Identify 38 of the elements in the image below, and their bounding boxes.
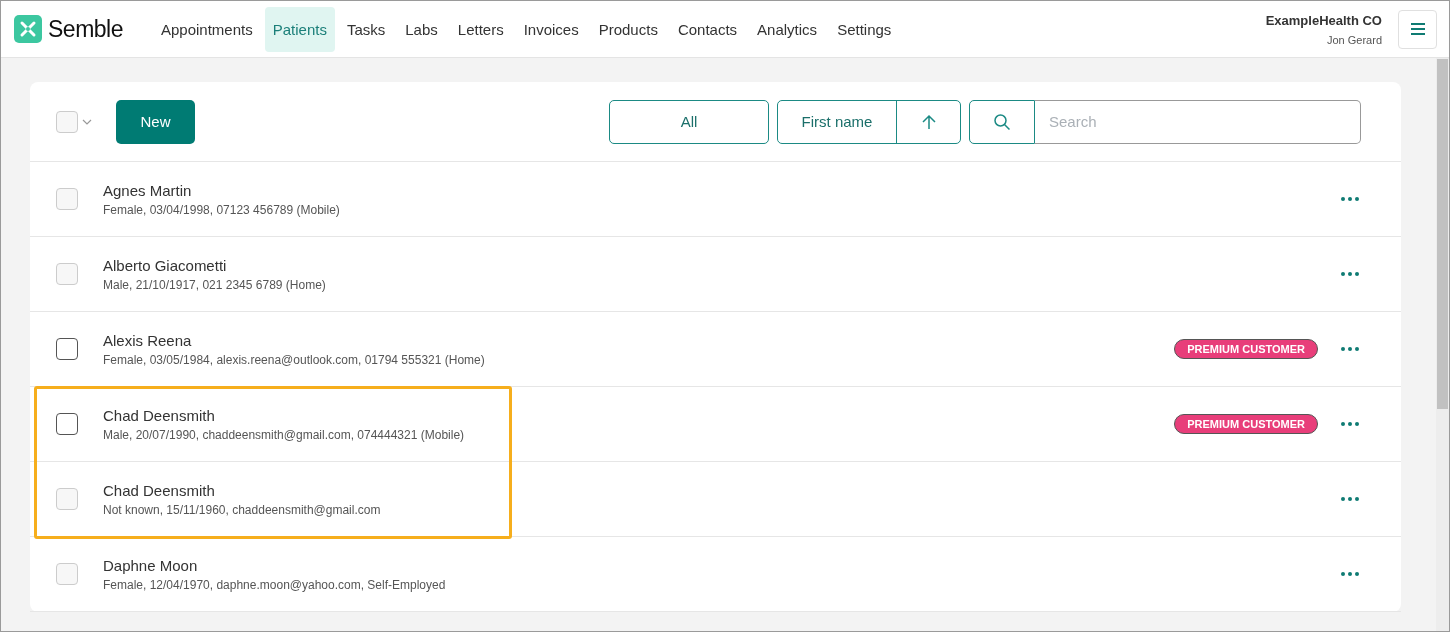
patient-name[interactable]: Alexis Reena (103, 331, 1175, 349)
tag-label: PREMIUM CUSTOMER (1174, 339, 1318, 359)
nav-tab[interactable]: Labs (397, 6, 446, 52)
nav-tab[interactable]: Analytics (749, 6, 826, 52)
arrow-up-icon[interactable] (921, 113, 936, 130)
nav-tab[interactable]: Settings (829, 6, 900, 52)
patient-details: Not known, 15/11/1960, chaddeensmith@gmail.com (103, 502, 382, 517)
patient-details: Female, 12/04/1970, daphne.moon@yahoo.com, Self-Employed (103, 577, 447, 592)
nav-tab[interactable]: Appointments (153, 6, 261, 52)
filter-button[interactable]: All (609, 99, 769, 144)
nav-tab[interactable]: Invoices (515, 6, 587, 52)
patient-details: Male, 20/07/1990, chaddeensmith@gmail.com, 074444321 (Mobile) (103, 427, 466, 442)
menu-icon[interactable] (1410, 23, 1425, 35)
patient-row[interactable]: Chad Deensmith Male, 20/07/1990, chaddeensmith@gmail.com, 074444321 (Mobile) PREMIUM CUSTOMER (30, 387, 1401, 462)
patient-details: Male, 21/10/1917, 021 2345 6789 (Home) (103, 277, 327, 292)
logo-icon (14, 15, 42, 43)
nav-tab[interactable]: Contacts (669, 6, 746, 52)
user-name: Jon Gerard (1326, 33, 1382, 46)
search-icon[interactable] (993, 112, 1011, 131)
chevron-down-icon[interactable] (82, 118, 92, 125)
search-button[interactable] (969, 99, 1035, 144)
tag-label: PREMIUM CUSTOMER (1174, 414, 1318, 434)
patient-row[interactable]: Alexis Reena Female, 03/05/1984, alexis.reena@outlook.com, 01794 555321 (Home) PREMIUM CUSTOMER (30, 312, 1401, 387)
brand-name: Semble (48, 15, 123, 43)
patient-details: Female, 03/04/1998, 07123 456789 (Mobile) (103, 202, 341, 217)
scrollbar[interactable] (1436, 58, 1449, 631)
row-checkbox[interactable] (56, 338, 78, 360)
search-field[interactable]: Search (1035, 99, 1361, 144)
nav-tab[interactable]: Patients (264, 6, 335, 52)
menu-button[interactable] (1398, 9, 1437, 49)
new-button[interactable]: New (116, 99, 195, 144)
nav-tab[interactable]: Letters (449, 6, 512, 52)
nav-tab[interactable]: Products (590, 6, 666, 52)
patient-details: Female, 03/05/1984, alexis.reena@outlook.com, 01794 555321 (Home) (103, 352, 486, 367)
patient-name[interactable]: Chad Deensmith (103, 406, 1175, 424)
nav-tab[interactable]: Tasks (338, 6, 394, 52)
organization-name: ExampleHealth CO (1265, 12, 1382, 28)
row-checkbox[interactable] (56, 413, 78, 435)
